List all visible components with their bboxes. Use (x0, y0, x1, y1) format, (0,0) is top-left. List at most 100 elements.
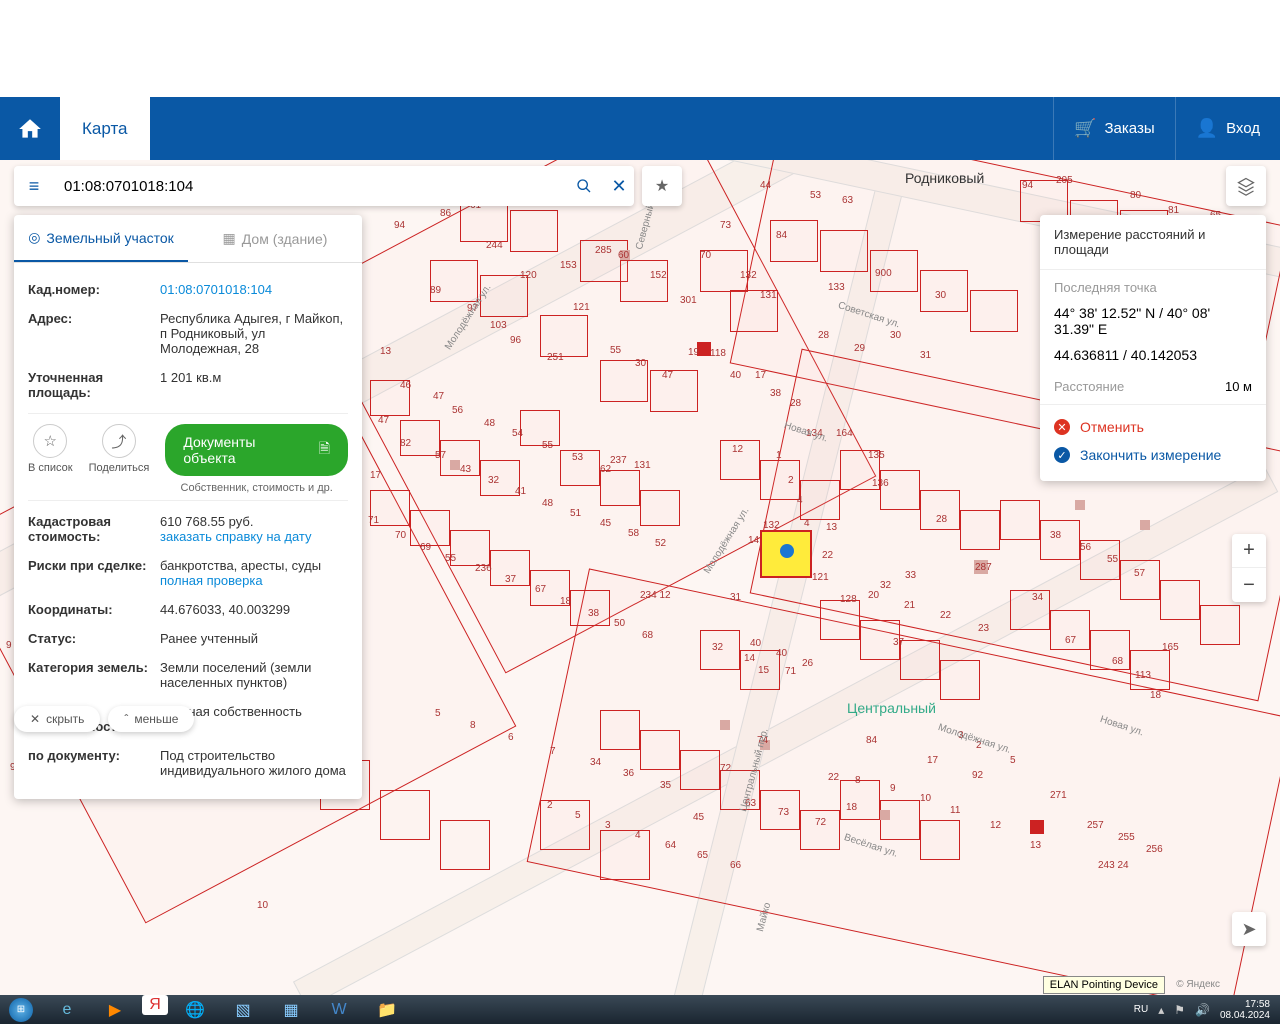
banner-area (0, 0, 1280, 97)
measure-body: Последняя точка 44° 38' 12.52" N / 40° 0… (1040, 270, 1266, 405)
building-icon: ▦ (223, 230, 236, 247)
app1-icon[interactable]: Я (142, 995, 168, 1015)
risk-value: банкротства, аресты, судыполная проверка (160, 558, 348, 588)
cat-value: Земли поселений (земли населенных пункто… (160, 660, 348, 690)
login-label: Вход (1226, 120, 1260, 137)
volume-icon[interactable]: 🔊 (1195, 1003, 1210, 1017)
doc-icon: 🗎 (319, 438, 330, 462)
share-label: Поделиться (89, 462, 150, 474)
tray-tooltip: ELAN Pointing Device (1043, 976, 1165, 994)
kad-label: Кад.номер: (28, 282, 160, 297)
add-to-list-button[interactable]: ☆ В список (28, 424, 73, 494)
last-point-label: Последняя точка (1054, 280, 1252, 295)
flag-icon[interactable]: ⚑ (1174, 1003, 1185, 1017)
search-input[interactable] (54, 166, 564, 206)
card-bottom-buttons: ✕ скрыть ˆ меньше (14, 706, 194, 732)
date: 08.04.2024 (1220, 1010, 1270, 1021)
app2-icon[interactable]: ▧ (222, 995, 264, 1024)
zoom-in-button[interactable]: + (1232, 534, 1266, 568)
addr-value: Республика Адыгея, г Майкоп, п Родниковы… (160, 311, 348, 356)
ie-icon[interactable]: e (46, 995, 88, 1024)
tab-land[interactable]: ◎ Земельный участок (14, 215, 188, 262)
home-button[interactable] (0, 97, 60, 160)
app3-icon[interactable]: ▦ (270, 995, 312, 1024)
cart-icon: 🛒 (1074, 118, 1096, 139)
layers-button[interactable] (1226, 166, 1266, 206)
area-label: Уточненная площадь: (28, 370, 160, 400)
docs-label: Документы объекта (183, 434, 310, 466)
card-tabs: ◎ Земельный участок ▦ Дом (здание) (14, 215, 362, 263)
clock[interactable]: 17:58 08.04.2024 (1220, 999, 1270, 1021)
measure-actions: ✕ Отменить ✓ Закончить измерение (1040, 405, 1266, 481)
start-button[interactable]: ⊞ (0, 995, 42, 1024)
status-value: Ранее учтенный (160, 631, 348, 646)
tab-land-label: Земельный участок (46, 230, 173, 246)
clear-icon[interactable]: ✕ (604, 166, 634, 206)
map-marker[interactable] (780, 544, 794, 558)
place-label: Родниковый (905, 170, 984, 186)
risk-link[interactable]: полная проверка (160, 573, 263, 588)
less-button[interactable]: ˆ меньше (108, 706, 194, 732)
finish-button[interactable]: ✓ Закончить измерение (1054, 441, 1252, 469)
lang-indicator[interactable]: RU (1134, 1004, 1148, 1015)
login-button[interactable]: 👤 Вход (1175, 97, 1280, 160)
zoom-out-button[interactable]: − (1232, 568, 1266, 602)
check-icon: ✓ (1054, 447, 1070, 463)
kad-value[interactable]: 01:08:0701018:104 (160, 282, 348, 297)
card-actions: ☆ В список ⤴ Поделиться Документы объект… (28, 413, 348, 501)
favorite-button[interactable]: ★ (642, 166, 682, 206)
doc-value: Под строительство индивидуального жилого… (160, 748, 348, 778)
tab-building[interactable]: ▦ Дом (здание) (188, 215, 362, 262)
map-attribution: © Яндекс (1176, 979, 1220, 990)
docs-button[interactable]: Документы объекта 🗎 (165, 424, 348, 476)
distance-value: 10 м (1225, 379, 1252, 394)
tab-map[interactable]: Карта (60, 97, 150, 160)
less-label: меньше (134, 712, 178, 726)
hide-label: скрыть (46, 712, 84, 726)
tab-building-label: Дом (здание) (242, 231, 328, 247)
windows-icon: ⊞ (9, 998, 33, 1022)
addr-label: Адрес: (28, 311, 160, 356)
chevron-up-icon: ˆ (124, 712, 128, 726)
navbar-left: Карта (0, 97, 150, 160)
pin-icon: ◎ (28, 229, 40, 246)
coord-value: 44.676033, 40.003299 (160, 602, 348, 617)
explorer-icon[interactable]: 📁 (366, 995, 408, 1024)
add-to-list-label: В список (28, 462, 73, 474)
star-icon: ☆ (33, 424, 67, 458)
hide-button[interactable]: ✕ скрыть (14, 706, 100, 732)
zoom-control: + − (1232, 534, 1266, 602)
coord-label: Координаты: (28, 602, 160, 617)
orders-button[interactable]: 🛒 Заказы (1053, 97, 1175, 160)
locate-button[interactable]: ➤ (1232, 912, 1266, 946)
navbar: Карта 🛒 Заказы 👤 Вход (0, 97, 1280, 160)
menu-button[interactable]: ≡ (14, 166, 54, 206)
media-icon[interactable]: ▶ (94, 995, 136, 1024)
system-tray: RU ▴ ⚑ 🔊 17:58 08.04.2024 (1134, 999, 1280, 1021)
home-icon (17, 116, 43, 142)
finish-label: Закончить измерение (1080, 447, 1221, 463)
center-label: Центральный (847, 700, 936, 716)
share-icon: ⤴ (102, 424, 136, 458)
cat-label: Категория земель: (28, 660, 160, 690)
time: 17:58 (1245, 999, 1270, 1010)
orders-label: Заказы (1105, 120, 1155, 137)
cancel-icon: ✕ (1054, 419, 1070, 435)
word-icon[interactable]: W (318, 995, 360, 1024)
doc-label: по документу: (28, 748, 160, 778)
cost-link[interactable]: заказать справку на дату (160, 529, 312, 544)
chrome-icon[interactable]: 🌐 (174, 995, 216, 1024)
cost-value: 610 768.55 руб.заказать справку на дату (160, 514, 348, 544)
taskbar-icons: e ▶ Я 🌐 ▧ ▦ W 📁 (42, 995, 408, 1024)
coord-dec: 44.636811 / 40.142053 (1054, 347, 1252, 363)
navbar-right: 🛒 Заказы 👤 Вход (1053, 97, 1280, 160)
coord-dms: 44° 38' 12.52" N / 40° 08' 31.39" E (1054, 305, 1252, 337)
user-icon: 👤 (1196, 118, 1218, 139)
share-button[interactable]: ⤴ Поделиться (89, 424, 150, 494)
search-icon[interactable] (564, 166, 604, 206)
risk-label: Риски при сделке: (28, 558, 160, 588)
area-value: 1 201 кв.м (160, 370, 348, 400)
tray-chevron-icon[interactable]: ▴ (1158, 1003, 1164, 1017)
close-icon: ✕ (30, 712, 40, 726)
cancel-button[interactable]: ✕ Отменить (1054, 413, 1252, 441)
